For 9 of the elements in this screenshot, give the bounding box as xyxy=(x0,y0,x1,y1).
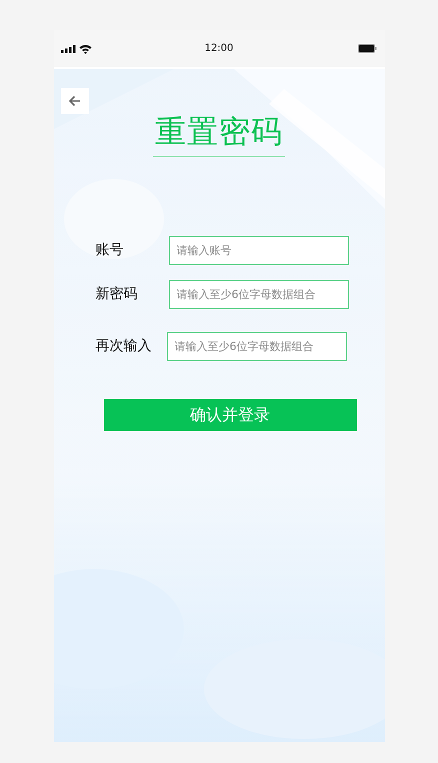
field-label: 再次输入 xyxy=(96,337,152,355)
status-time: 12:00 xyxy=(204,43,234,54)
input-field[interactable]: 请输入账号 xyxy=(168,236,348,264)
submit-button[interactable]: 确认并登录 xyxy=(104,399,356,431)
input-field[interactable]: 请输入至少6位字母数据组合 xyxy=(166,332,346,360)
field-label: 账号 xyxy=(96,241,124,259)
field-label: 新密码 xyxy=(96,285,138,303)
input-field[interactable]: 请输入至少6位字母数据组合 xyxy=(168,280,348,308)
page-title: 重置密码 xyxy=(155,113,283,152)
